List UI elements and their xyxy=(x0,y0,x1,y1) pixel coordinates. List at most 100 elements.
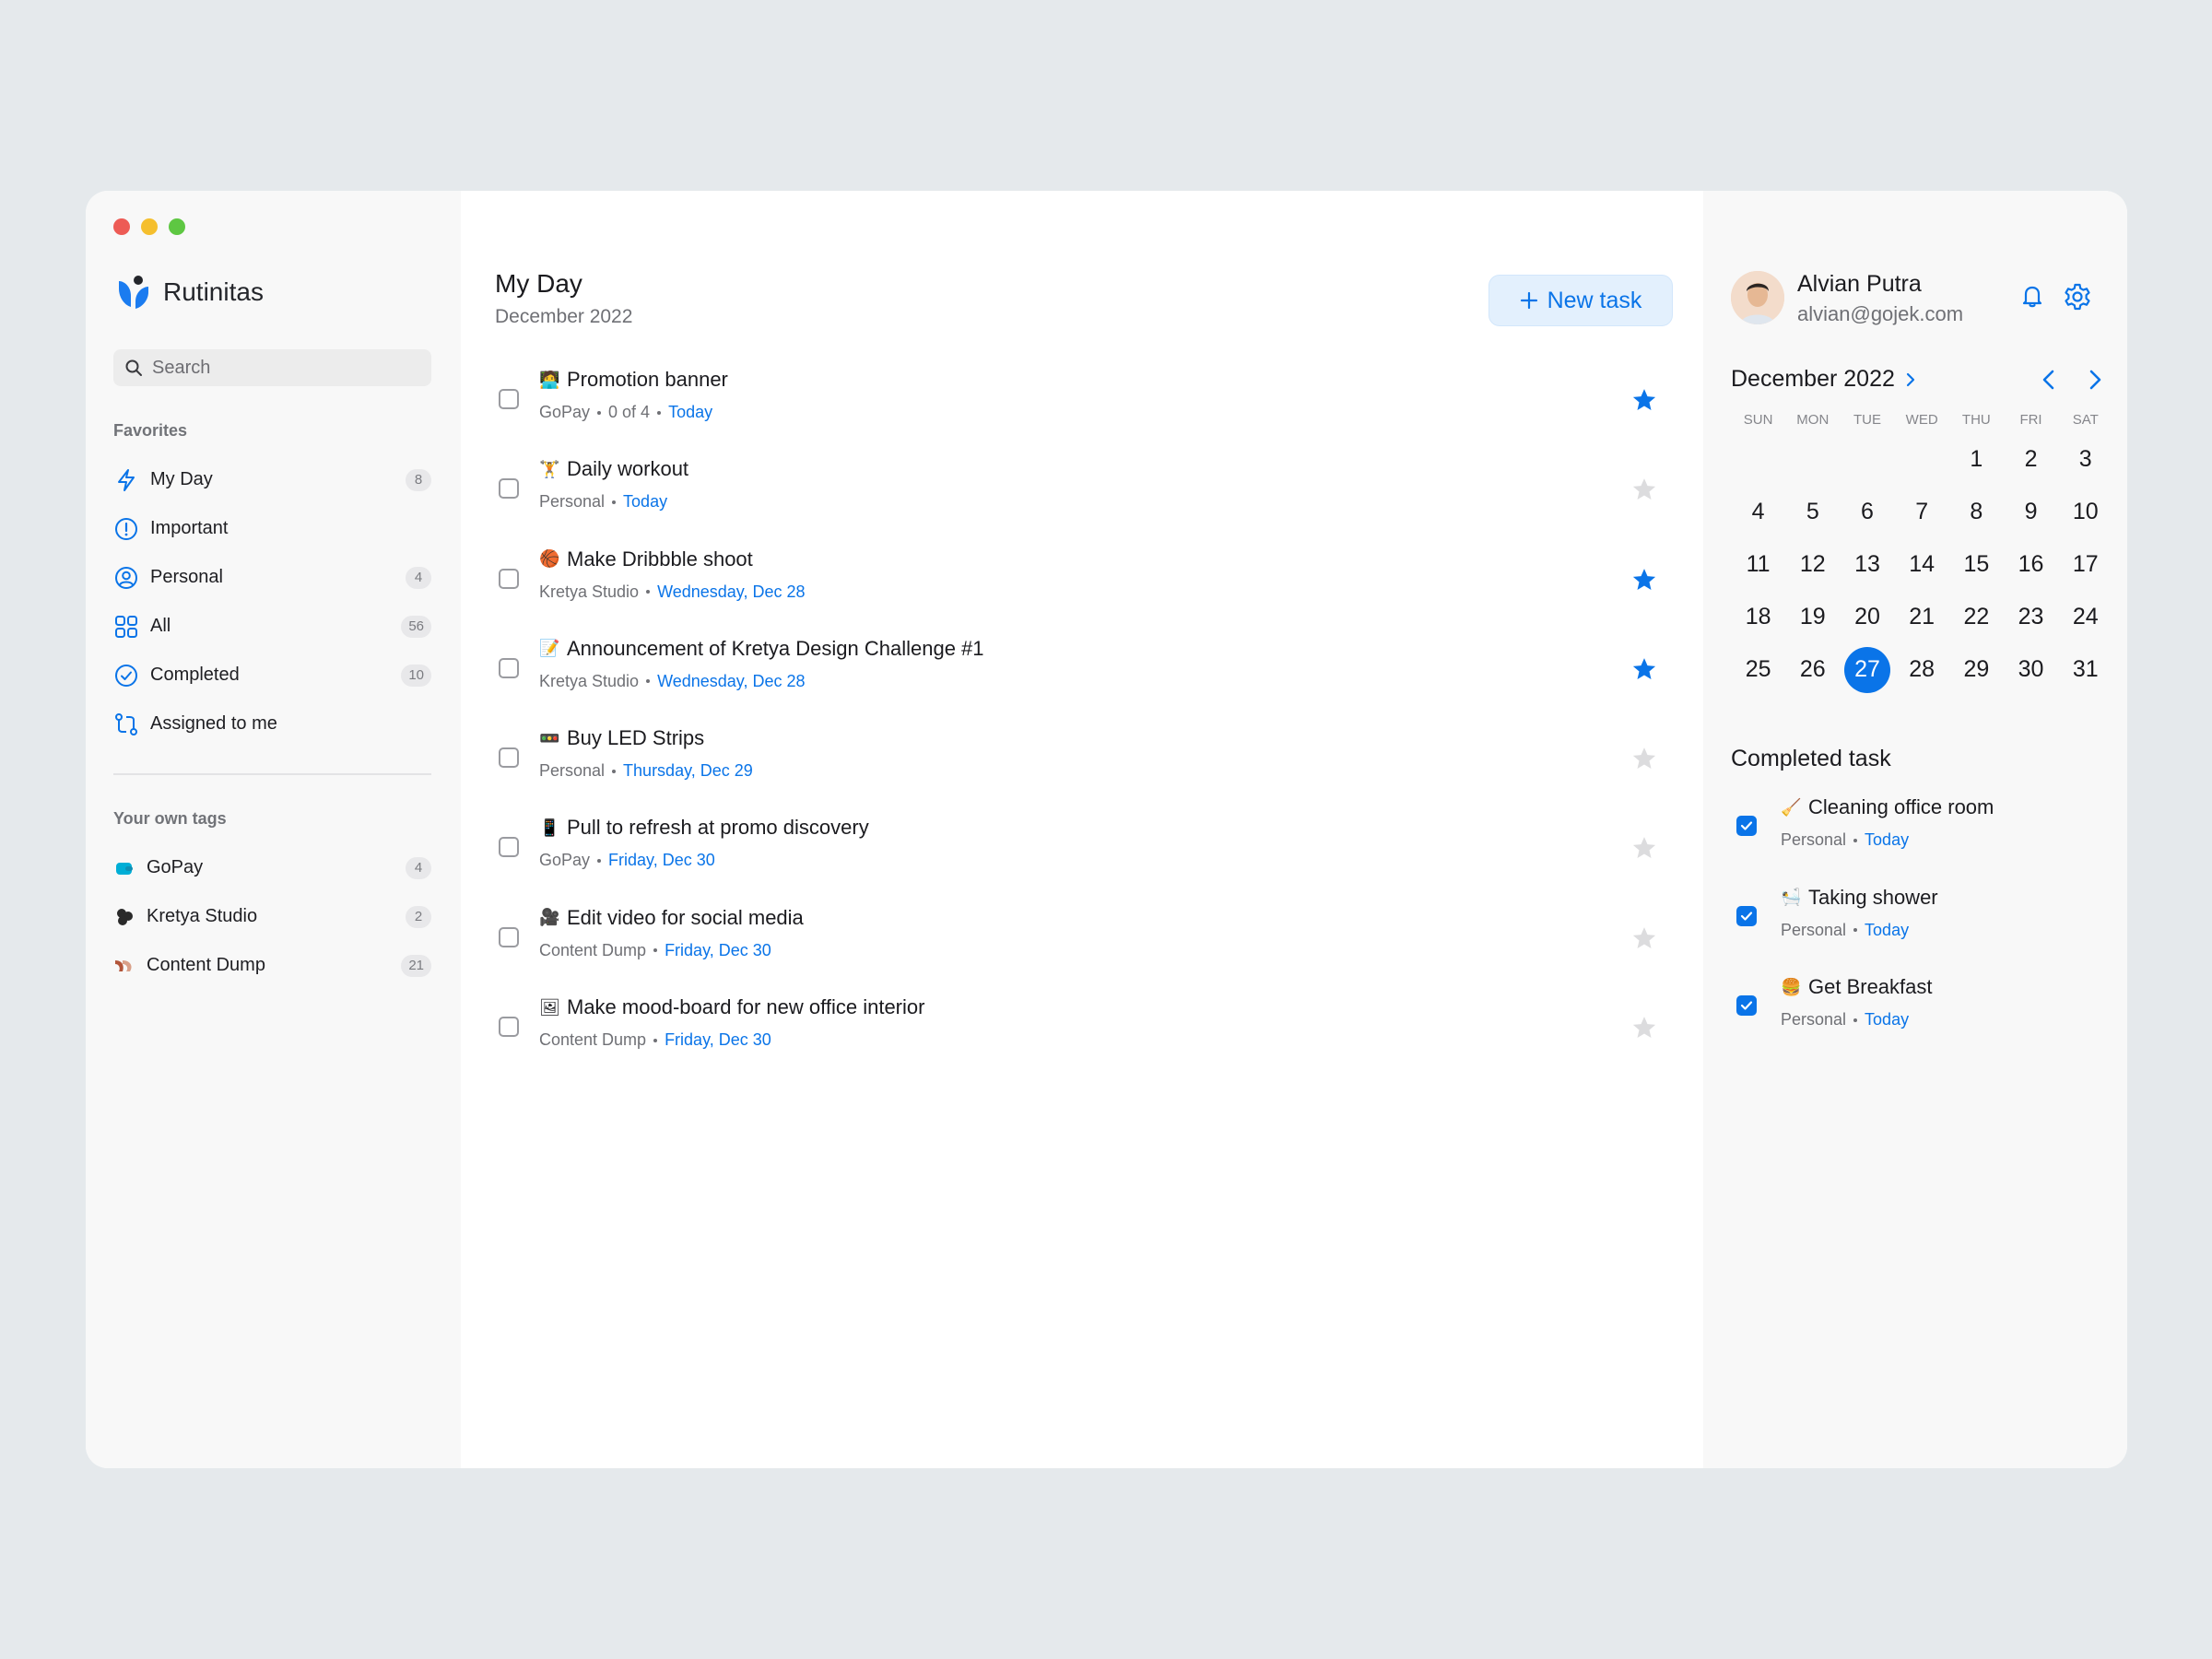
task-row[interactable]: 📝 Announcement of Kretya Design Challenge… xyxy=(495,629,1675,718)
calendar-day[interactable]: 13 xyxy=(1840,538,1894,591)
calendar-day-selected[interactable]: 27 xyxy=(1840,643,1894,696)
maximize-window-button[interactable] xyxy=(169,218,185,235)
calendar-day[interactable]: 21 xyxy=(1895,591,1949,643)
star-icon[interactable] xyxy=(1630,1014,1658,1041)
sidebar-item-completed[interactable]: Completed 10 xyxy=(113,651,431,700)
task-checkbox-checked[interactable] xyxy=(1736,816,1757,836)
minimize-window-button[interactable] xyxy=(141,218,158,235)
task-row[interactable]: 🧑‍💻 Promotion banner GoPay 0 of 4 Today xyxy=(495,359,1675,449)
completed-task-row[interactable]: 🧹 Cleaning office room Personal Today xyxy=(1731,790,2118,880)
calendar-day[interactable]: 17 xyxy=(2058,538,2112,591)
previous-month-icon[interactable] xyxy=(2035,366,2063,394)
task-checkbox[interactable] xyxy=(499,1017,519,1038)
bolt-icon xyxy=(113,467,139,493)
task-tag: Personal xyxy=(539,492,606,512)
calendar-day[interactable]: 24 xyxy=(2058,591,2112,643)
sidebar-item-assigned-to-me[interactable]: Assigned to me xyxy=(113,700,431,748)
calendar-day[interactable]: 23 xyxy=(2004,591,2058,643)
task-row[interactable]: 🎥 Edit video for social media Content Dum… xyxy=(495,898,1675,987)
sidebar-item-tag-kretya-studio[interactable]: Kretya Studio 2 xyxy=(113,892,431,941)
calendar-day[interactable]: 31 xyxy=(2058,643,2112,696)
avatar[interactable] xyxy=(1731,271,1784,324)
star-icon[interactable] xyxy=(1630,476,1658,503)
calendar-month-label: December 2022 xyxy=(1731,366,1895,392)
task-due: Today xyxy=(1865,830,1910,849)
next-month-icon[interactable] xyxy=(2081,366,2109,394)
grid-icon xyxy=(113,614,139,640)
calendar-day[interactable]: 3 xyxy=(2058,433,2112,486)
calendar-day[interactable]: 26 xyxy=(1785,643,1840,696)
calendar-day[interactable]: 16 xyxy=(2004,538,2058,591)
calendar-day[interactable]: 1 xyxy=(1949,433,2004,486)
calendar-day[interactable]: 14 xyxy=(1895,538,1949,591)
calendar-day[interactable]: 15 xyxy=(1949,538,2004,591)
task-checkbox-checked[interactable] xyxy=(1736,905,1757,926)
task-checkbox[interactable] xyxy=(499,747,519,769)
search-box[interactable] xyxy=(113,349,431,386)
task-row[interactable]: 🖼 Make mood-board for new office interior… xyxy=(495,987,1675,1077)
task-body: 🚥 Buy LED Strips Personal Thursday, Dec 29 xyxy=(539,726,753,781)
star-icon[interactable] xyxy=(1630,386,1658,414)
star-icon[interactable] xyxy=(1630,745,1658,772)
gear-icon[interactable] xyxy=(2063,282,2092,312)
calendar-day[interactable]: 18 xyxy=(1731,591,1785,643)
calendar-day[interactable]: 8 xyxy=(1949,486,2004,538)
calendar-day[interactable]: 19 xyxy=(1785,591,1840,643)
task-row[interactable]: 📱 Pull to refresh at promo discovery GoPa… xyxy=(495,807,1675,897)
calendar-day[interactable]: 10 xyxy=(2058,486,2112,538)
task-tag: Kretya Studio xyxy=(539,582,640,601)
sidebar-item-personal[interactable]: Personal 4 xyxy=(113,553,431,602)
task-row[interactable]: 🚥 Buy LED Strips Personal Thursday, Dec 29 xyxy=(495,718,1675,807)
count-badge: 8 xyxy=(406,468,431,491)
star-icon[interactable] xyxy=(1630,834,1658,862)
task-row[interactable]: 🏀 Make Dribbble shoot Kretya Studio Wednes… xyxy=(495,539,1675,629)
calendar-day[interactable]: 6 xyxy=(1840,486,1894,538)
task-tag: GoPay xyxy=(539,403,591,421)
calendar-day[interactable]: 9 xyxy=(2004,486,2058,538)
calendar-day[interactable]: 20 xyxy=(1840,591,1894,643)
sidebar-item-important[interactable]: Important xyxy=(113,504,431,553)
sidebar-item-tag-gopay[interactable]: GoPay 4 xyxy=(113,843,431,892)
task-row[interactable]: 🏋 Daily workout Personal Today xyxy=(495,449,1675,538)
task-title: Daily workout xyxy=(567,457,689,481)
calendar-day[interactable]: 4 xyxy=(1731,486,1785,538)
completed-task-row[interactable]: 🍔 Get Breakfast Personal Today xyxy=(1731,970,2118,1060)
task-checkbox[interactable] xyxy=(499,657,519,678)
star-icon[interactable] xyxy=(1630,566,1658,594)
calendar-day[interactable]: 7 xyxy=(1895,486,1949,538)
star-icon[interactable] xyxy=(1630,655,1658,683)
calendar-week: 1 2 3 xyxy=(1731,433,2118,486)
task-checkbox[interactable] xyxy=(499,568,519,589)
calendar-day[interactable]: 30 xyxy=(2004,643,2058,696)
calendar-day[interactable]: 29 xyxy=(1949,643,2004,696)
sidebar-item-all[interactable]: All 56 xyxy=(113,602,431,651)
calendar-day[interactable]: 2 xyxy=(2004,433,2058,486)
task-checkbox[interactable] xyxy=(499,478,519,500)
sidebar-item-my-day[interactable]: My Day 8 xyxy=(113,455,431,504)
star-icon[interactable] xyxy=(1630,924,1658,952)
calendar-day[interactable]: 12 xyxy=(1785,538,1840,591)
task-emoji-icon: 📱 xyxy=(539,818,560,838)
task-checkbox-checked[interactable] xyxy=(1736,995,1757,1016)
task-title: Buy LED Strips xyxy=(567,726,705,750)
content-dump-icon xyxy=(113,953,135,979)
calendar-month-header[interactable]: December 2022 xyxy=(1731,366,1917,393)
new-task-button[interactable]: New task xyxy=(1488,275,1673,326)
completed-task-row[interactable]: 🛀 Taking shower Personal Today xyxy=(1731,880,2118,971)
calendar-day[interactable]: 11 xyxy=(1731,538,1785,591)
task-title: Make mood-board for new office interior xyxy=(567,995,925,1019)
calendar-day[interactable]: 25 xyxy=(1731,643,1785,696)
search-input[interactable] xyxy=(152,357,419,379)
close-window-button[interactable] xyxy=(113,218,130,235)
task-checkbox[interactable] xyxy=(499,837,519,858)
task-checkbox[interactable] xyxy=(499,389,519,409)
calendar-day[interactable]: 22 xyxy=(1949,591,2004,643)
task-checkbox[interactable] xyxy=(499,926,519,947)
calendar-week: 4 5 6 7 8 9 10 xyxy=(1731,486,2118,538)
calendar-day[interactable]: 28 xyxy=(1895,643,1949,696)
bell-icon[interactable] xyxy=(2018,282,2046,310)
calendar-day[interactable]: 5 xyxy=(1785,486,1840,538)
sidebar-item-tag-content-dump[interactable]: Content Dump 21 xyxy=(113,941,431,990)
task-due: Today xyxy=(623,492,668,512)
count-badge: 10 xyxy=(401,664,431,687)
